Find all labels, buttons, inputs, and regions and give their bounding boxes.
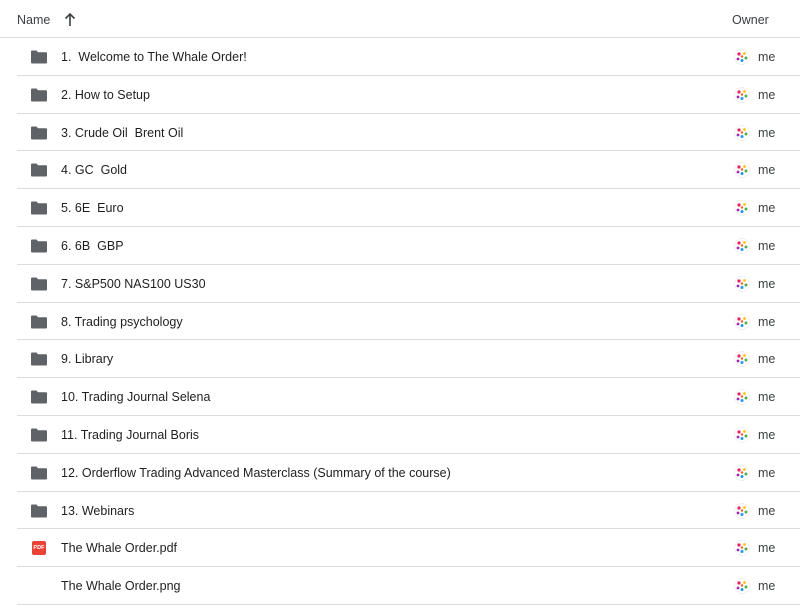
owner-avatar xyxy=(734,578,750,594)
file-row[interactable]: 13. Webinars me xyxy=(17,492,800,530)
owner-label: me xyxy=(758,238,776,253)
owner-label: me xyxy=(758,465,776,480)
file-row[interactable]: 2. How to Setup me xyxy=(17,76,800,114)
folder-icon xyxy=(30,126,48,140)
arrow-up-icon[interactable] xyxy=(63,12,77,28)
owner-label: me xyxy=(758,201,776,216)
folder-icon xyxy=(30,390,48,404)
file-row[interactable]: 5. 6E Euro me xyxy=(17,189,800,227)
file-row[interactable]: 12. Orderflow Trading Advanced Mastercla… xyxy=(17,454,800,492)
owner-avatar xyxy=(734,87,750,103)
file-list-view: Name Owner 1. Welcome to The Whale Order… xyxy=(0,0,800,608)
file-name[interactable]: 1. Welcome to The Whale Order! xyxy=(61,50,247,64)
pdf-icon: PDF xyxy=(32,541,46,556)
file-row[interactable]: 6. 6B GBP me xyxy=(17,227,800,265)
folder-icon xyxy=(30,163,48,177)
file-row[interactable]: The Whale Order.png me xyxy=(17,567,800,605)
file-name[interactable]: 6. 6B GBP xyxy=(61,239,124,253)
file-row[interactable]: PDF The Whale Order.pdf me xyxy=(17,529,800,568)
folder-icon xyxy=(30,504,48,518)
file-name[interactable]: 13. Webinars xyxy=(61,504,134,518)
folder-icon xyxy=(30,352,48,366)
owner-label: me xyxy=(758,276,776,291)
file-row[interactable]: 10. Trading Journal Selena me xyxy=(17,378,800,416)
owner-column-header[interactable]: Owner xyxy=(732,13,769,27)
file-name[interactable]: 2. How to Setup xyxy=(61,88,150,102)
folder-icon xyxy=(30,315,48,329)
file-name[interactable]: 3. Crude Oil Brent Oil xyxy=(61,126,183,140)
file-name[interactable]: 10. Trading Journal Selena xyxy=(61,390,210,404)
owner-avatar xyxy=(734,351,750,368)
owner-avatar xyxy=(734,540,750,557)
folder-icon xyxy=(30,50,48,64)
list-header: Name Owner xyxy=(0,0,800,38)
file-name[interactable]: 8. Trading psychology xyxy=(61,315,183,329)
owner-avatar xyxy=(734,200,750,216)
owner-avatar xyxy=(734,276,750,292)
folder-icon xyxy=(30,428,48,442)
owner-label: me xyxy=(758,50,776,64)
file-name[interactable]: 5. 6E Euro xyxy=(61,201,124,215)
file-name[interactable]: The Whale Order.png xyxy=(61,579,181,593)
file-name[interactable]: The Whale Order.pdf xyxy=(61,541,177,555)
name-column-header[interactable]: Name xyxy=(17,13,50,27)
folder-icon xyxy=(30,239,48,253)
owner-avatar xyxy=(734,502,750,519)
owner-avatar xyxy=(734,427,750,443)
owner-avatar xyxy=(734,124,750,141)
owner-label: me xyxy=(758,87,776,102)
owner-label: me xyxy=(758,125,776,140)
file-name[interactable]: 11. Trading Journal Boris xyxy=(61,428,199,442)
folder-icon xyxy=(30,466,48,480)
file-row[interactable]: 1. Welcome to The Whale Order! me xyxy=(17,38,800,76)
file-row[interactable]: 4. GC Gold me xyxy=(17,151,800,190)
owner-avatar xyxy=(734,313,750,330)
owner-avatar xyxy=(734,465,750,481)
folder-icon xyxy=(30,277,48,291)
folder-icon xyxy=(30,201,48,215)
file-name[interactable]: 12. Orderflow Trading Advanced Mastercla… xyxy=(61,466,451,480)
owner-label: me xyxy=(758,314,776,329)
file-name[interactable]: 7. S&P500 NAS100 US30 xyxy=(61,277,206,291)
file-row[interactable]: 7. S&P500 NAS100 US30 me xyxy=(17,265,800,303)
owner-avatar xyxy=(734,162,750,179)
file-name[interactable]: 4. GC Gold xyxy=(61,163,127,177)
file-row[interactable]: 8. Trading psychology me xyxy=(17,303,800,341)
owner-avatar xyxy=(734,238,750,254)
folder-icon xyxy=(30,88,48,102)
file-rows: 1. Welcome to The Whale Order! me 2. How t… xyxy=(17,38,800,605)
owner-avatar xyxy=(734,49,750,65)
owner-label: me xyxy=(758,390,776,405)
file-row[interactable]: 9. Library me xyxy=(17,340,800,379)
owner-label: me xyxy=(758,427,776,442)
file-row[interactable]: 3. Crude Oil Brent Oil me xyxy=(17,114,800,152)
owner-label: me xyxy=(758,579,776,594)
file-name[interactable]: 9. Library xyxy=(61,352,113,366)
owner-label: me xyxy=(758,541,776,556)
owner-label: me xyxy=(758,352,776,367)
owner-avatar xyxy=(734,389,750,405)
owner-label: me xyxy=(758,163,776,178)
owner-label: me xyxy=(758,503,776,518)
file-row[interactable]: 11. Trading Journal Boris me xyxy=(17,416,800,454)
